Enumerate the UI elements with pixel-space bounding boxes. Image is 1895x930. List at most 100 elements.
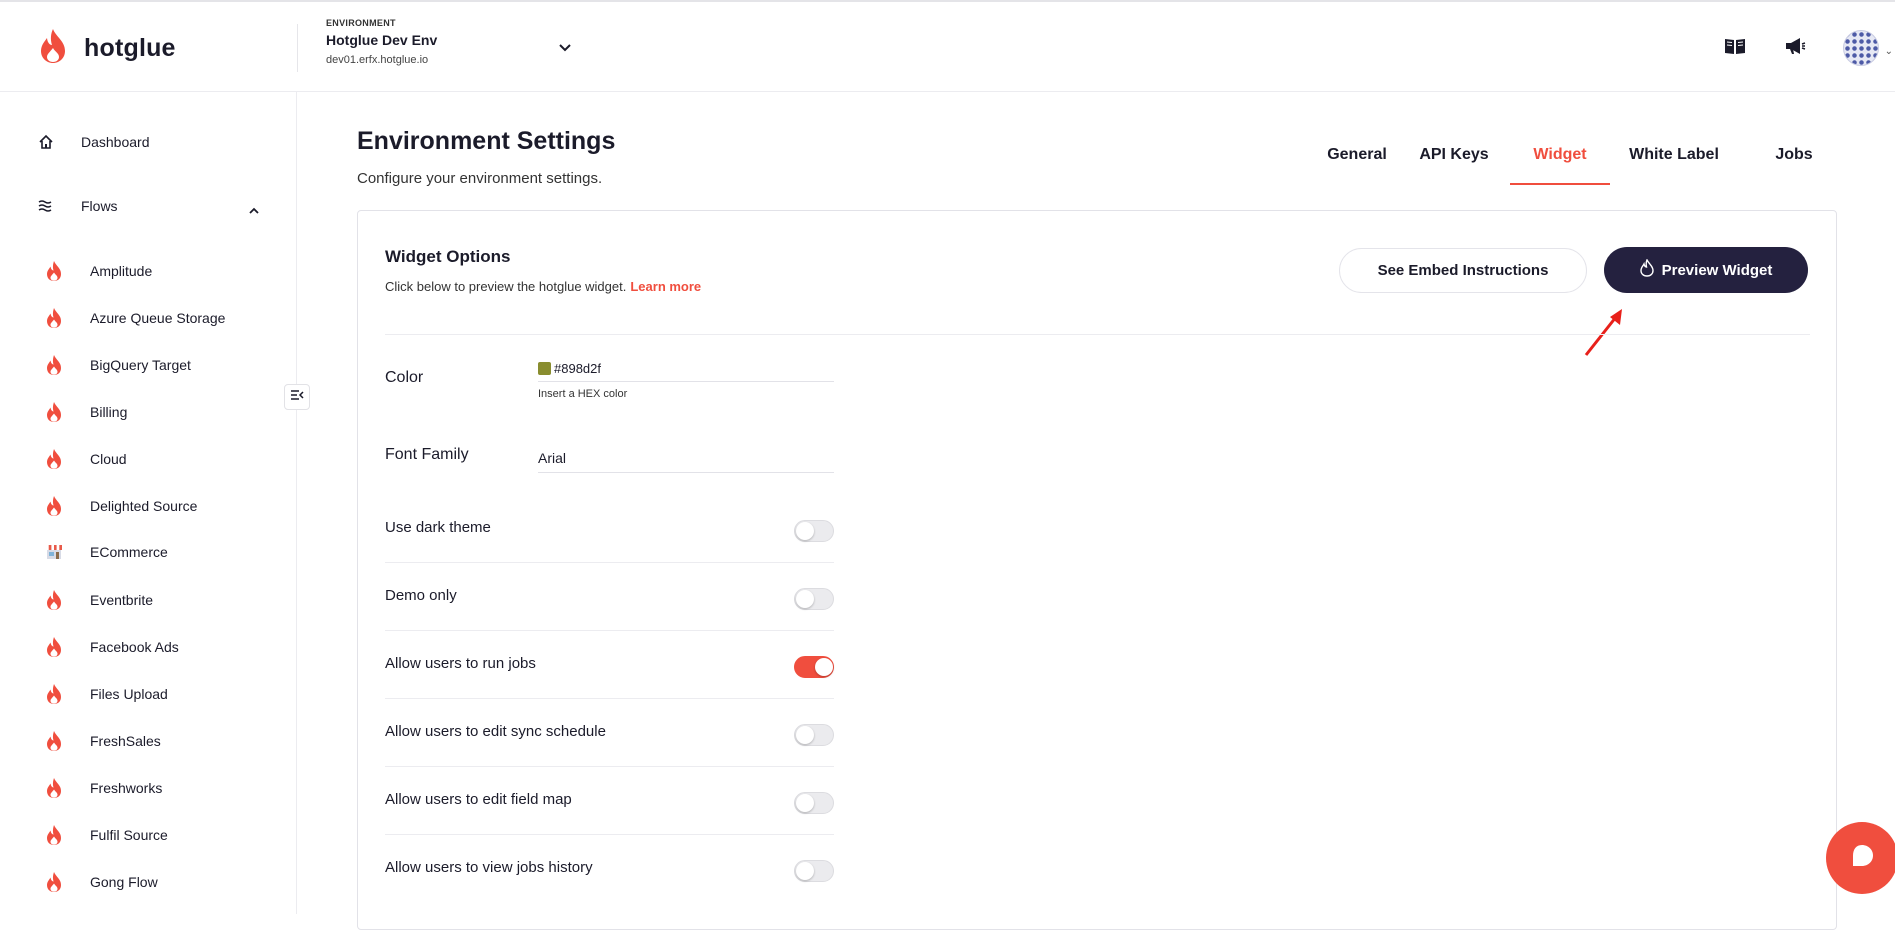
sidebar-item-label: Flows	[81, 198, 118, 214]
sidebar-flow-item[interactable]: ECommerce	[42, 542, 168, 562]
color-label: Color	[385, 369, 424, 386]
toggle-row: Use dark theme	[385, 495, 834, 563]
chat-icon	[1848, 842, 1876, 875]
toggle-switch[interactable]	[794, 792, 834, 814]
font-family-input[interactable]: Arial	[538, 445, 834, 473]
toggle-row: Allow users to run jobs	[385, 631, 834, 699]
flame-icon	[42, 589, 66, 611]
sidebar-flow-item[interactable]: Delighted Source	[42, 495, 197, 517]
sidebar-item-flows[interactable]: Flows	[36, 198, 118, 214]
toggle-knob	[815, 658, 833, 676]
sidebar-flow-item[interactable]: BigQuery Target	[42, 354, 191, 376]
toggle-label: Allow users to view jobs history	[385, 859, 593, 876]
sidebar-item-dashboard[interactable]: Dashboard	[36, 134, 150, 150]
see-embed-instructions-button[interactable]: See Embed Instructions	[1339, 248, 1587, 293]
toggle-label: Allow users to run jobs	[385, 655, 536, 672]
toggle-row: Allow users to edit field map	[385, 767, 834, 835]
tab-api-keys[interactable]: API Keys	[1404, 130, 1504, 185]
toggle-switch[interactable]	[794, 724, 834, 746]
sidebar-flow-item[interactable]: FreshSales	[42, 730, 161, 752]
chat-widget-button[interactable]	[1826, 822, 1895, 894]
color-hint: Insert a HEX color	[538, 388, 628, 400]
widget-options-description: Click below to preview the hotglue widge…	[385, 279, 701, 294]
tab-widget[interactable]: Widget	[1510, 130, 1610, 185]
sidebar-flow-label: Gong Flow	[90, 874, 158, 890]
environment-caption: ENVIRONMENT	[326, 18, 396, 28]
top-bar: hotglue ENVIRONMENT Hotglue Dev Env dev0…	[0, 0, 1895, 92]
sidebar-flow-item[interactable]: Files Upload	[42, 683, 168, 705]
flame-icon	[42, 824, 66, 846]
flame-icon	[42, 307, 66, 329]
flame-icon	[42, 683, 66, 705]
toggle-knob	[796, 726, 814, 744]
sidebar-flow-label: ECommerce	[90, 544, 168, 560]
toggle-switch[interactable]	[794, 656, 834, 678]
widget-options-title: Widget Options	[385, 247, 511, 266]
flame-icon	[42, 730, 66, 752]
avatar[interactable]	[1843, 30, 1879, 66]
environment-host: dev01.erfx.hotglue.io	[326, 54, 429, 66]
toggle-row: Allow users to edit sync schedule	[385, 699, 834, 767]
flame-icon	[42, 448, 66, 470]
hotglue-flame-icon	[38, 28, 68, 69]
sidebar-flow-label: Facebook Ads	[90, 639, 179, 655]
learn-more-link[interactable]: Learn more	[630, 279, 701, 294]
color-input[interactable]: #898d2f	[538, 356, 834, 382]
flame-icon	[42, 260, 66, 282]
sidebar-flow-item[interactable]: Fulfil Source	[42, 824, 168, 846]
toggle-label: Demo only	[385, 587, 457, 604]
megaphone-icon[interactable]	[1783, 36, 1807, 61]
flame-icon	[42, 871, 66, 893]
logo[interactable]: hotglue	[38, 28, 176, 69]
environment-selector[interactable]: ENVIRONMENT Hotglue Dev Env dev01.erfx.h…	[326, 18, 437, 66]
flame-icon	[42, 401, 66, 423]
color-swatch[interactable]	[538, 362, 551, 375]
toggle-switch[interactable]	[794, 860, 834, 882]
environment-name: Hotglue Dev Env	[326, 32, 438, 48]
page-subtitle: Configure your environment settings.	[357, 170, 603, 187]
sidebar-flow-item[interactable]: Azure Queue Storage	[42, 307, 225, 329]
sidebar-item-label: Dashboard	[81, 134, 150, 150]
flame-icon	[42, 777, 66, 799]
preview-widget-button[interactable]: Preview Widget	[1604, 247, 1808, 293]
toggle-label: Use dark theme	[385, 519, 491, 536]
widget-options-card: Widget Options Click below to preview th…	[357, 210, 1837, 930]
collapse-sidebar-button[interactable]	[284, 384, 310, 410]
toggle-label: Allow users to edit field map	[385, 791, 572, 808]
sidebar-flow-label: Delighted Source	[90, 498, 198, 514]
sidebar-flow-label: Amplitude	[90, 263, 153, 279]
sidebar-flow-item[interactable]: Freshworks	[42, 777, 162, 799]
sidebar-flow-item[interactable]: Gong Flow	[42, 871, 158, 893]
home-icon	[36, 134, 56, 150]
toggle-row: Allow users to view jobs history	[385, 835, 834, 903]
tab-white-label[interactable]: White Label	[1616, 130, 1732, 185]
color-value: #898d2f	[554, 361, 601, 376]
sidebar-flow-item[interactable]: Billing	[42, 401, 127, 423]
toggle-switch[interactable]	[794, 588, 834, 610]
flame-icon	[42, 495, 66, 517]
book-icon[interactable]	[1723, 36, 1747, 61]
chevron-up-icon[interactable]	[248, 202, 260, 220]
sidebar-flow-label: Cloud	[90, 451, 127, 467]
widget-description-text: Click below to preview the hotglue widge…	[385, 279, 627, 294]
sidebar: Dashboard Flows Amplitude Azure Queue Sto…	[0, 92, 297, 914]
toggle-knob	[796, 522, 814, 540]
sidebar-flow-item[interactable]: Eventbrite	[42, 589, 153, 611]
header-actions: ⌄	[1723, 30, 1895, 66]
sidebar-flow-item[interactable]: Cloud	[42, 448, 127, 470]
chevron-down-icon[interactable]	[558, 40, 572, 58]
toggle-knob	[796, 590, 814, 608]
preview-widget-label: Preview Widget	[1661, 261, 1773, 279]
caret-down-icon[interactable]: ⌄	[1885, 46, 1893, 57]
sidebar-flow-label: BigQuery Target	[90, 357, 191, 373]
sidebar-flow-label: Eventbrite	[90, 592, 154, 608]
tab-general[interactable]: General	[1310, 130, 1404, 185]
flows-icon	[36, 198, 56, 214]
sidebar-flow-item[interactable]: Amplitude	[42, 260, 152, 282]
sidebar-flow-item[interactable]: Facebook Ads	[42, 636, 179, 658]
toggle-row: Demo only	[385, 563, 834, 631]
toggle-switch[interactable]	[794, 520, 834, 542]
sidebar-flow-label: Billing	[90, 404, 128, 420]
brand-name: hotglue	[84, 34, 176, 62]
tab-jobs[interactable]: Jobs	[1744, 130, 1844, 185]
